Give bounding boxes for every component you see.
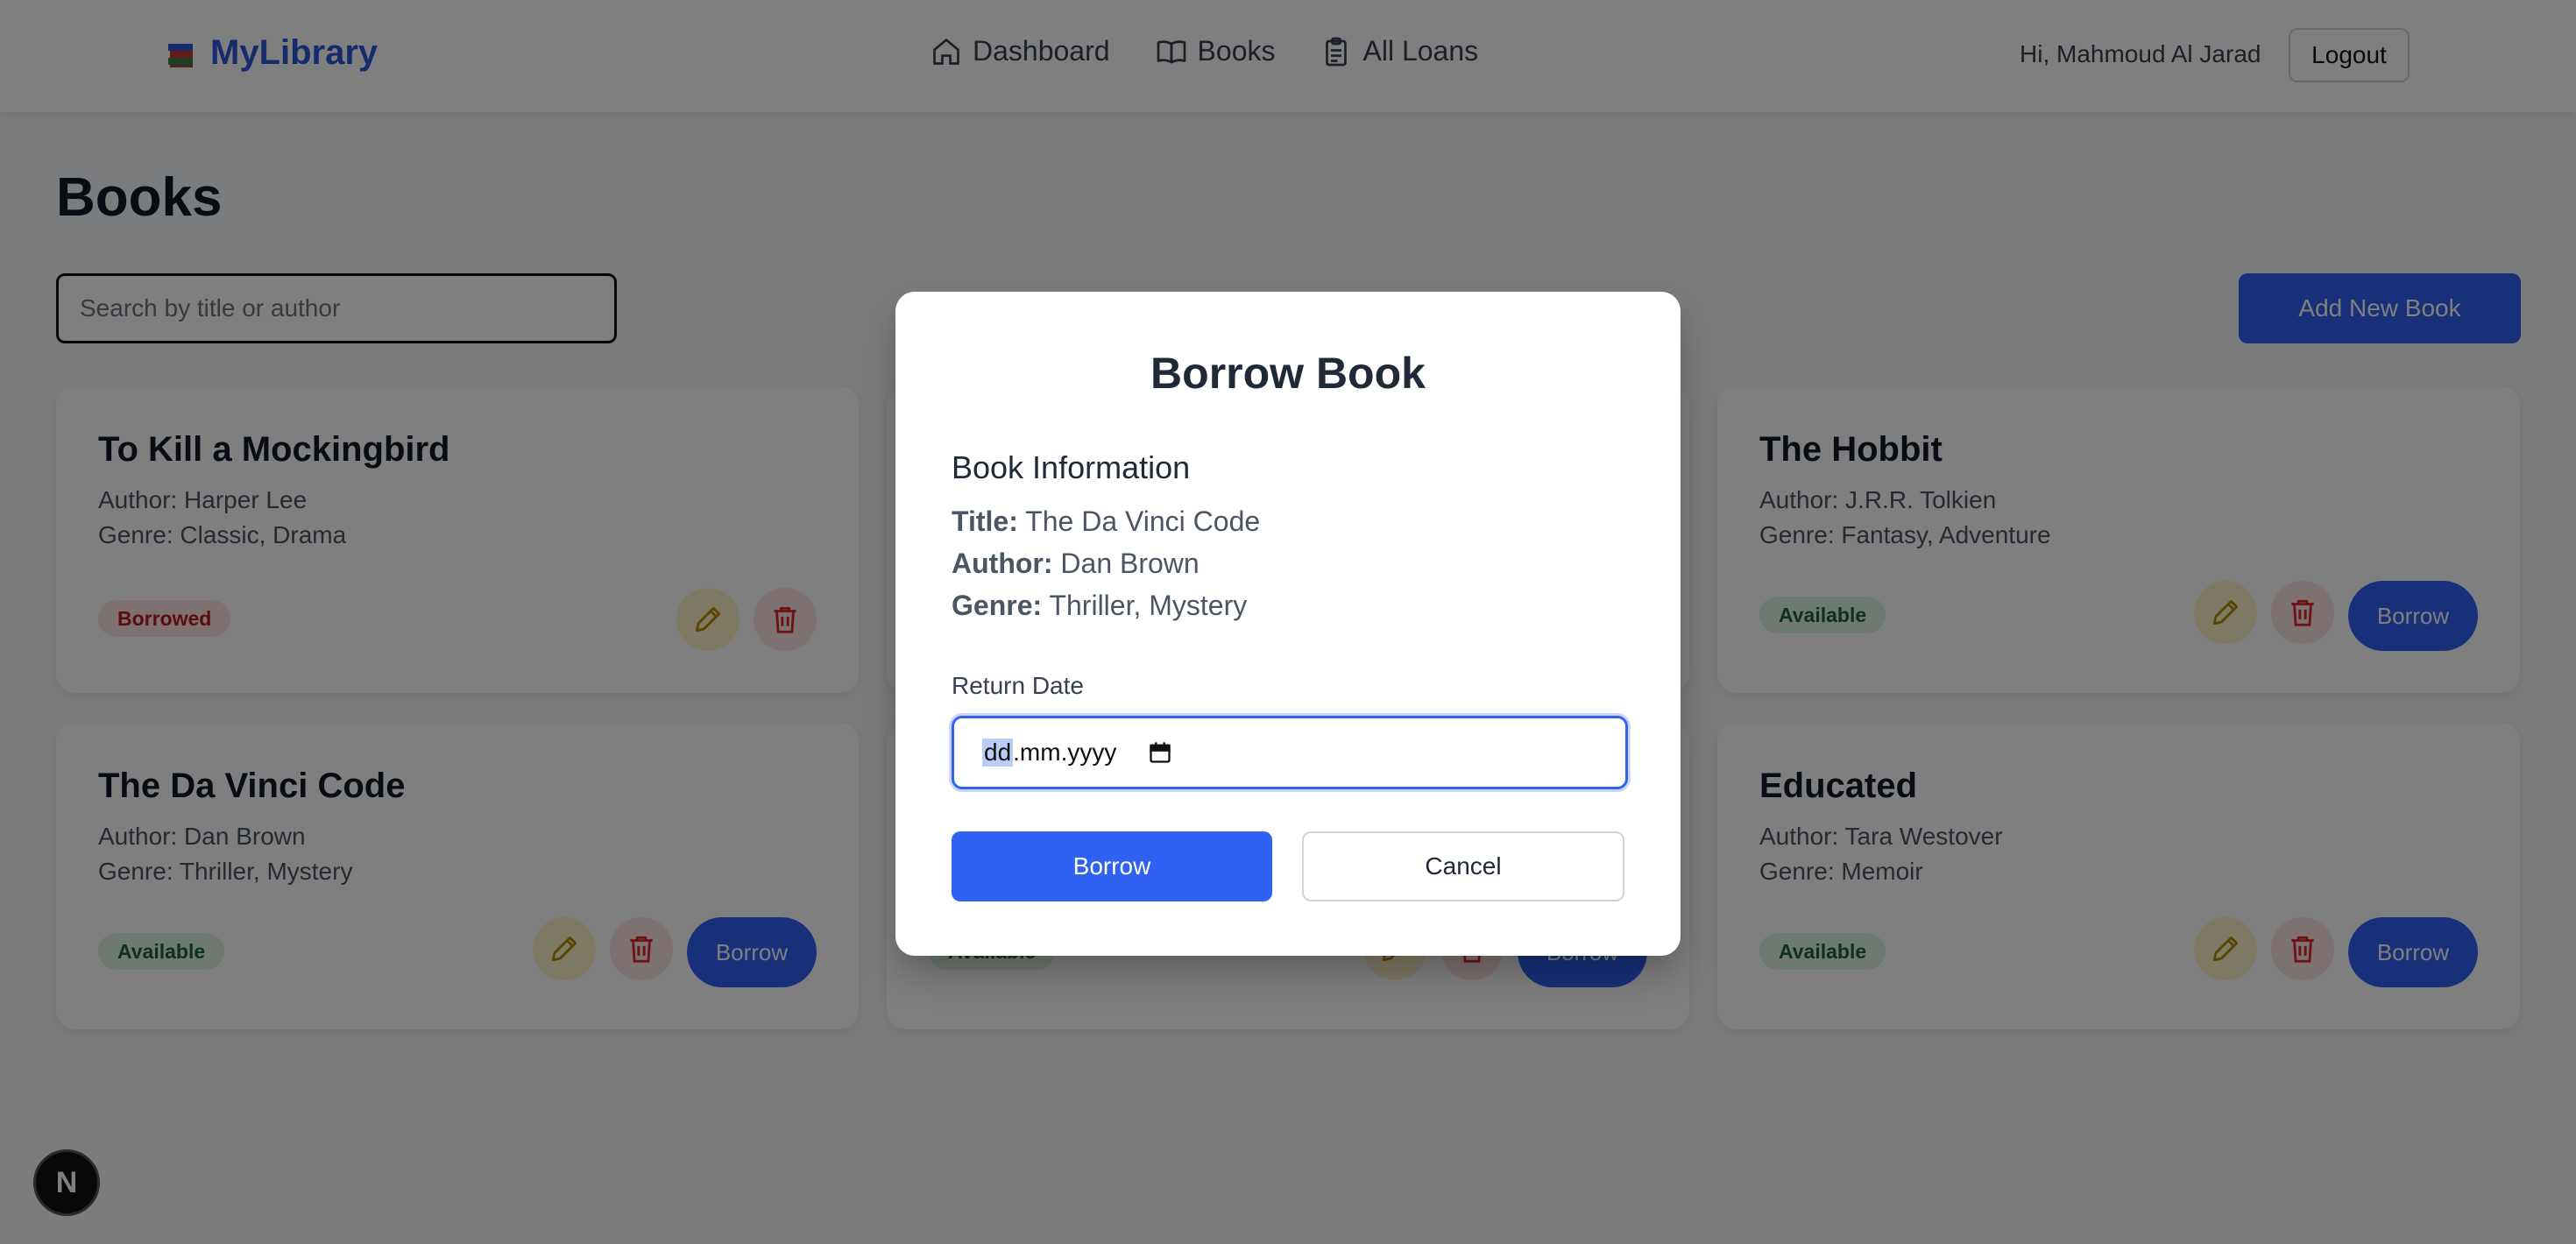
return-date-label: Return Date <box>952 672 1084 699</box>
modal-title: Borrow Book <box>1150 349 1426 398</box>
date-rest-segment[interactable]: .mm.yyyy <box>1013 739 1116 767</box>
modal-section-heading: Book Information <box>952 449 1191 485</box>
calendar-icon[interactable] <box>1148 740 1172 765</box>
date-day-segment[interactable]: dd <box>982 739 1014 767</box>
info-genre: Genre: Thriller, Mystery <box>952 590 1247 622</box>
info-author-value: Dan Brown <box>1060 548 1200 579</box>
info-author-label: Author: <box>952 548 1053 579</box>
info-title: Title: The Da Vinci Code <box>952 505 1260 538</box>
info-title-label: Title: <box>952 505 1018 537</box>
borrow-modal: Borrow Book Book Information Title: The … <box>895 292 1681 956</box>
info-author: Author: Dan Brown <box>952 548 1200 580</box>
info-genre-value: Thriller, Mystery <box>1049 590 1248 621</box>
info-genre-label: Genre: <box>952 590 1043 621</box>
confirm-borrow-button[interactable]: Borrow <box>952 831 1272 901</box>
cancel-button[interactable]: Cancel <box>1302 831 1624 901</box>
info-title-value: The Da Vinci Code <box>1025 505 1261 537</box>
return-date-input[interactable]: dd .mm.yyyy <box>952 716 1628 789</box>
